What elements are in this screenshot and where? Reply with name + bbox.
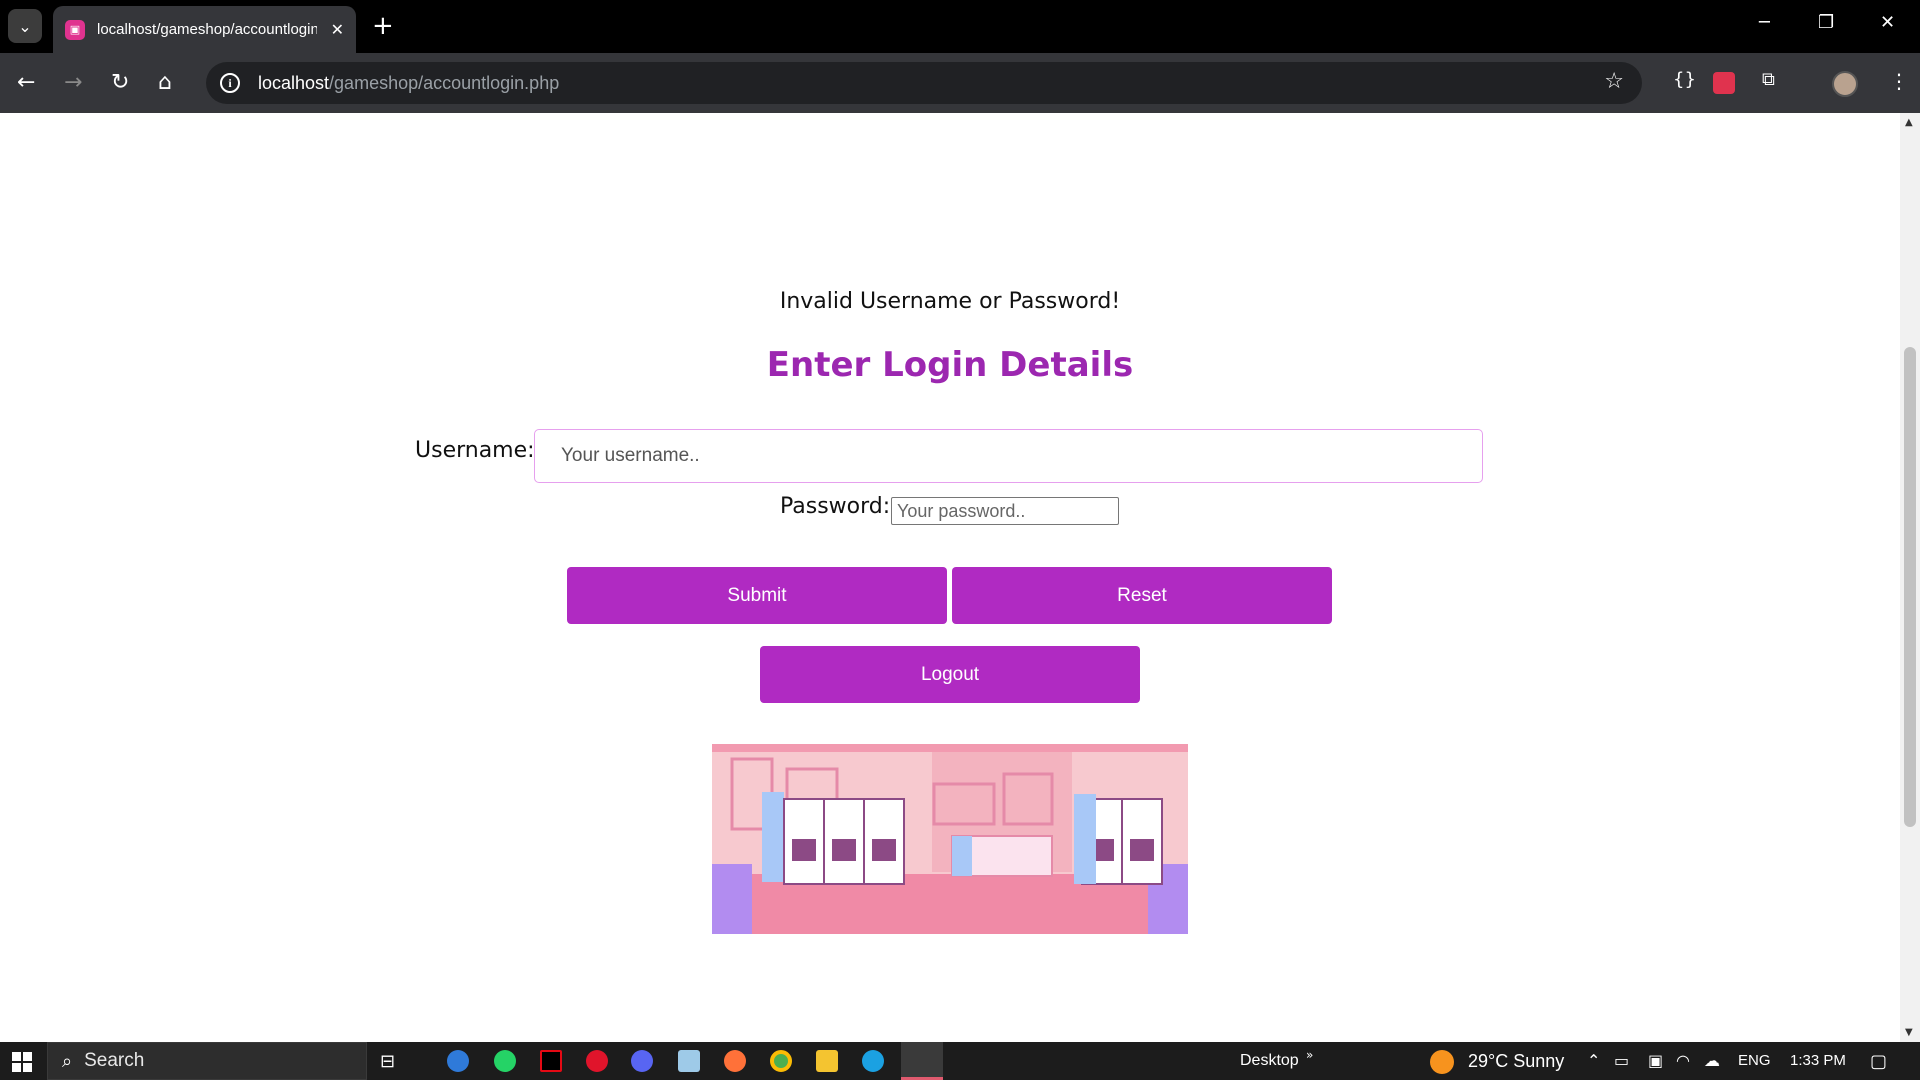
discord-app-icon[interactable]: [631, 1050, 653, 1072]
taskbar-search[interactable]: ⌕ Search: [47, 1042, 367, 1080]
forward-icon[interactable]: →: [64, 69, 82, 97]
netflix-app-icon[interactable]: [540, 1050, 562, 1072]
username-input[interactable]: [534, 429, 1483, 483]
chrome-active-taskbar-button[interactable]: [901, 1042, 943, 1080]
battery-icon[interactable]: ▭: [1614, 1051, 1629, 1070]
bookmark-star-icon[interactable]: ☆: [1604, 69, 1624, 94]
screen: ⌄ ▣ localhost/gameshop/accountlogin.php …: [0, 0, 1920, 1080]
browser-toolbar: ← → ↻ ⌂ i localhost/gameshop/accountlogi…: [0, 53, 1920, 113]
tray-chevron-up-icon[interactable]: ⌃: [1587, 1051, 1600, 1070]
profile-avatar[interactable]: [1832, 71, 1858, 97]
url-path: /gameshop/accountlogin.php: [329, 72, 560, 93]
reload-icon[interactable]: ↻: [111, 69, 129, 97]
form-title: Enter Login Details: [766, 345, 1134, 385]
tab-title: localhost/gameshop/accountlogin.php: [97, 21, 317, 38]
username-label: Username:: [415, 438, 535, 463]
double-chevron-icon[interactable]: »: [1306, 1048, 1313, 1062]
desktop-toolbar-label[interactable]: Desktop: [1240, 1052, 1299, 1070]
back-icon[interactable]: ←: [17, 69, 35, 97]
task-view-icon[interactable]: ⊟: [380, 1051, 395, 1072]
chrome-app-icon[interactable]: [770, 1050, 792, 1072]
submit-button[interactable]: Submit: [567, 567, 947, 624]
opera-app-icon[interactable]: [586, 1050, 608, 1072]
password-input[interactable]: [891, 497, 1119, 525]
password-label: Password:: [780, 494, 891, 519]
search-icon: ⌕: [62, 1050, 73, 1072]
close-window-icon[interactable]: ✕: [1880, 12, 1895, 33]
pocket-extension-icon[interactable]: [1713, 72, 1735, 94]
weather-sun-icon: [1430, 1050, 1454, 1074]
menu-kebab-icon[interactable]: ⋮: [1889, 69, 1909, 93]
error-message: Invalid Username or Password!: [779, 289, 1121, 314]
url-host: localhost: [258, 72, 330, 93]
page-content: Invalid Username or Password! Enter Logi…: [0, 113, 1900, 1042]
clock-time[interactable]: 1:33 PM: [1790, 1052, 1846, 1069]
reset-button[interactable]: Reset: [952, 567, 1332, 624]
address-bar[interactable]: i localhost/gameshop/accountlogin.php ☆: [206, 62, 1642, 104]
site-favicon-icon: ▣: [65, 19, 85, 40]
whatsapp-app-icon[interactable]: [494, 1050, 516, 1072]
url-text: localhost/gameshop/accountlogin.php: [258, 73, 559, 94]
weather-text[interactable]: 29°C Sunny: [1468, 1051, 1564, 1072]
browser-tab-active[interactable]: ▣ localhost/gameshop/accountlogin.php ✕: [53, 6, 356, 53]
windows-start-icon[interactable]: [12, 1052, 32, 1072]
restore-icon[interactable]: ❐: [1818, 12, 1834, 33]
new-tab-button[interactable]: +: [372, 11, 394, 41]
home-icon[interactable]: ⌂: [158, 69, 172, 97]
taskbar-search-label: Search: [84, 1050, 145, 1071]
site-info-icon[interactable]: i: [220, 73, 240, 93]
page-scrollbar[interactable]: ▲ ▼: [1900, 113, 1920, 1042]
edge-app-icon[interactable]: [862, 1050, 884, 1072]
browser-tabstrip: ⌄ ▣ localhost/gameshop/accountlogin.php …: [0, 0, 1920, 53]
minimize-icon[interactable]: ─: [1759, 12, 1770, 33]
cloud-icon[interactable]: ☁: [1704, 1051, 1720, 1070]
camera-icon[interactable]: ▣: [1648, 1051, 1663, 1070]
language-indicator[interactable]: ENG: [1738, 1052, 1771, 1069]
scroll-down-icon[interactable]: ▼: [1905, 1027, 1913, 1038]
json-extension-icon[interactable]: {}: [1673, 69, 1696, 90]
wifi-icon[interactable]: ◠: [1676, 1051, 1690, 1070]
windows-taskbar: ⌕ Search ⊟ Desktop » 29°C Sunny ⌃ ▭ ▣ ◠ …: [0, 1042, 1920, 1080]
chevron-down-icon: ⌄: [18, 16, 32, 36]
mail-app-icon[interactable]: [447, 1050, 469, 1072]
scroll-thumb[interactable]: [1904, 347, 1916, 827]
close-tab-icon[interactable]: ✕: [331, 20, 344, 39]
file-explorer-icon[interactable]: [816, 1050, 838, 1072]
scroll-up-icon[interactable]: ▲: [1905, 117, 1913, 128]
firefox-app-icon[interactable]: [724, 1050, 746, 1072]
arcade-banner-image: [712, 744, 1188, 934]
extensions-puzzle-icon[interactable]: ⧉: [1762, 69, 1775, 90]
tab-search-button[interactable]: ⌄: [8, 9, 42, 43]
logout-button[interactable]: Logout: [760, 646, 1140, 703]
notification-icon[interactable]: ▢: [1870, 1051, 1887, 1072]
notes-app-icon[interactable]: [678, 1050, 700, 1072]
